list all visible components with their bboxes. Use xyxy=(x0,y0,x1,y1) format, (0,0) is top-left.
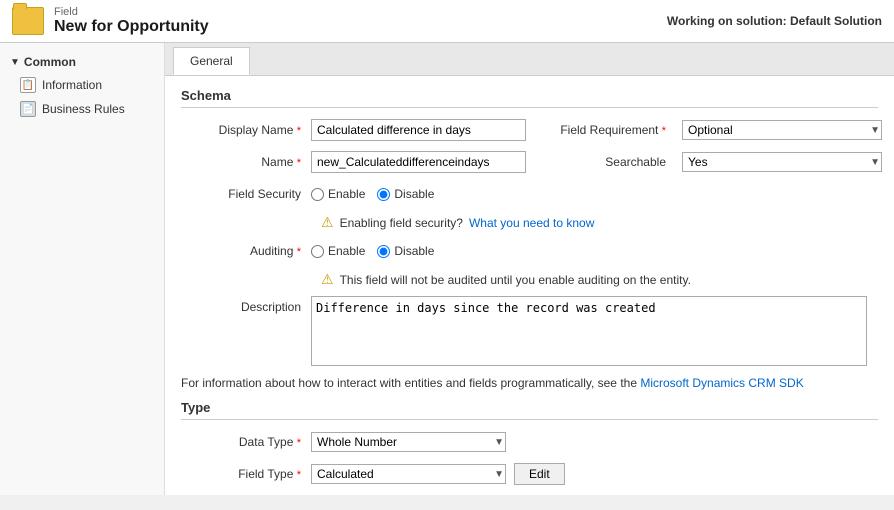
display-name-control: Field Requirement * Optional Business Re… xyxy=(311,119,882,141)
content-area: General Schema Display Name * Field Requ… xyxy=(165,43,894,495)
searchable-select[interactable]: Yes No xyxy=(682,152,882,172)
tabs-bar: General xyxy=(165,43,894,76)
auditing-label: Auditing * xyxy=(181,244,311,258)
field-requirement-label: Field Requirement * xyxy=(554,123,674,137)
data-type-select-wrapper: Whole Number Single Line of Text Option … xyxy=(311,432,506,452)
field-security-disable-label[interactable]: Disable xyxy=(377,187,434,201)
field-requirement-group: Field Requirement * Optional Business Re… xyxy=(554,120,882,140)
warning-icon: ⚠ xyxy=(321,214,334,231)
auditing-disable-label[interactable]: Disable xyxy=(377,244,434,258)
field-security-control: Enable Disable xyxy=(311,187,878,201)
field-requirement-select[interactable]: Optional Business Recommended Business R… xyxy=(682,120,882,140)
field-security-warning-link[interactable]: What you need to know xyxy=(469,216,594,230)
header-title: New for Opportunity xyxy=(54,18,209,36)
auditing-warning-icon: ⚠ xyxy=(321,271,334,288)
sidebar: ▼ Common 📋 Information 📄 Business Rules xyxy=(0,43,165,495)
searchable-select-wrapper: Yes No ▼ xyxy=(682,152,882,172)
schema-section-title: Schema xyxy=(181,88,878,108)
description-textarea[interactable] xyxy=(311,296,867,366)
display-name-label: Display Name * xyxy=(181,123,311,137)
working-on-label: Working on solution: Default Solution xyxy=(667,14,882,28)
folder-icon xyxy=(12,7,44,35)
sidebar-item-business-rules[interactable]: 📄 Business Rules xyxy=(0,97,164,121)
type-section-title: Type xyxy=(181,400,878,420)
main-layout: ▼ Common 📋 Information 📄 Business Rules … xyxy=(0,43,894,495)
field-security-enable-radio[interactable] xyxy=(311,188,324,201)
field-type-label: Field Type * xyxy=(181,467,311,481)
auditing-warning-row: ⚠ This field will not be audited until y… xyxy=(321,271,878,288)
format-row: Format None ▼ xyxy=(181,494,878,495)
sidebar-item-label-information: Information xyxy=(42,78,102,92)
header-subtitle: Field xyxy=(54,6,209,18)
data-type-required: * xyxy=(297,437,301,449)
display-name-required: * xyxy=(297,125,301,137)
display-name-row: Display Name * Field Requirement * Optio… xyxy=(181,118,878,142)
sidebar-section-label: Common xyxy=(24,55,76,69)
field-type-control: Simple Calculated Rollup ▼ Edit xyxy=(311,463,878,485)
field-security-row: Field Security Enable Disable xyxy=(181,182,878,206)
field-type-row: Field Type * Simple Calculated Rollup ▼ … xyxy=(181,462,878,486)
chevron-down-icon: ▼ xyxy=(10,57,20,68)
searchable-group: Searchable Yes No ▼ xyxy=(554,152,882,172)
header-bar: Field New for Opportunity Working on sol… xyxy=(0,0,894,43)
description-label: Description xyxy=(181,296,311,314)
field-security-warning-text: Enabling field security? xyxy=(340,216,463,230)
field-security-disable-radio[interactable] xyxy=(377,188,390,201)
sdk-link[interactable]: Microsoft Dynamics CRM SDK xyxy=(640,376,803,390)
field-security-enable-label[interactable]: Enable xyxy=(311,187,365,201)
description-row: Description xyxy=(181,296,878,366)
header-left: Field New for Opportunity xyxy=(12,6,209,36)
data-type-label: Data Type * xyxy=(181,435,311,449)
field-security-radio-group: Enable Disable xyxy=(311,187,434,201)
data-type-select[interactable]: Whole Number Single Line of Text Option … xyxy=(311,432,506,452)
sidebar-item-label-business-rules: Business Rules xyxy=(42,102,125,116)
auditing-control: Enable Disable xyxy=(311,244,878,258)
field-type-select-wrapper: Simple Calculated Rollup ▼ xyxy=(311,464,506,484)
name-control: Searchable Yes No ▼ xyxy=(311,151,882,173)
sidebar-item-information[interactable]: 📋 Information xyxy=(0,73,164,97)
name-required: * xyxy=(297,157,301,169)
auditing-disable-radio[interactable] xyxy=(377,245,390,258)
auditing-enable-radio[interactable] xyxy=(311,245,324,258)
searchable-label: Searchable xyxy=(554,155,674,169)
display-name-input[interactable] xyxy=(311,119,526,141)
edit-button[interactable]: Edit xyxy=(514,463,565,485)
header-title-area: Field New for Opportunity xyxy=(54,6,209,36)
field-type-select[interactable]: Simple Calculated Rollup xyxy=(311,464,506,484)
tab-general[interactable]: General xyxy=(173,47,250,75)
name-row: Name * Searchable Yes No xyxy=(181,150,878,174)
auditing-row: Auditing * Enable Disable xyxy=(181,239,878,263)
data-type-control: Whole Number Single Line of Text Option … xyxy=(311,432,878,452)
sdk-info-row: For information about how to interact wi… xyxy=(181,376,878,390)
field-security-label: Field Security xyxy=(181,187,311,201)
data-type-row: Data Type * Whole Number Single Line of … xyxy=(181,430,878,454)
field-requirement-required: * xyxy=(662,125,666,137)
sidebar-section-header: ▼ Common xyxy=(0,51,164,73)
auditing-warning-text: This field will not be audited until you… xyxy=(340,273,691,287)
auditing-enable-label[interactable]: Enable xyxy=(311,244,365,258)
auditing-required: * xyxy=(297,246,301,258)
name-input[interactable] xyxy=(311,151,526,173)
form-content: Schema Display Name * Field Requirement … xyxy=(165,76,894,495)
auditing-radio-group: Enable Disable xyxy=(311,244,434,258)
business-rules-icon: 📄 xyxy=(20,101,36,117)
field-type-required: * xyxy=(297,469,301,481)
field-security-warning-row: ⚠ Enabling field security? What you need… xyxy=(321,214,878,231)
field-requirement-select-wrapper: Optional Business Recommended Business R… xyxy=(682,120,882,140)
description-control xyxy=(311,296,878,366)
information-icon: 📋 xyxy=(20,77,36,93)
name-label: Name * xyxy=(181,155,311,169)
